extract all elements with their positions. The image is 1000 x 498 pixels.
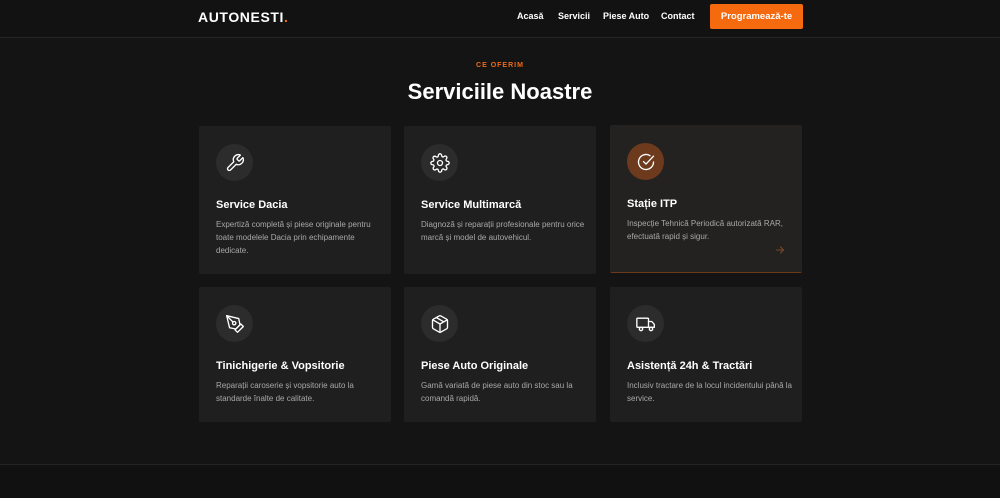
service-card-description: Gamă variată de piese auto din stoc sau … [421,381,573,403]
service-card-title: Service Multimarcă [421,199,522,211]
service-card-title: Piese Auto Originale [421,360,529,372]
nav-link-contact[interactable]: Contact [661,11,695,21]
section-eyebrow: CE OFERIM [476,62,524,69]
service-card-multimarca[interactable]: Service Multimarcă Diagnoză și reparații… [404,126,596,274]
service-card-title: Tinichigerie & Vopsitorie [216,360,345,372]
service-card-itp[interactable]: Stație ITP Inspecție Tehnică Periodică a… [610,125,802,273]
service-card-title: Service Dacia [216,199,288,211]
nav-link-servicii[interactable]: Servicii [558,11,590,21]
service-card-description: Inspecție Tehnică Periodică autorizată R… [627,219,783,241]
nav-link-piese-auto[interactable]: Piese Auto [603,11,649,21]
service-card-tinichigerie[interactable]: Tinichigerie & Vopsitorie Reparații caro… [199,287,391,422]
footer [0,464,1000,498]
service-card-title: Stație ITP [627,198,678,210]
section-title: Serviciile Noastre [407,79,593,104]
service-card-title: Asistență 24h & Tractări [627,360,753,372]
service-card-description: Inclusiv tractare de la locul incidentul… [627,381,792,403]
service-card-dacia[interactable]: Service Dacia Expertiză completă și pies… [199,126,391,274]
box-icon [421,305,458,342]
navbar: AUTONESTI. Acasă Servicii Piese Auto Con… [0,0,1000,38]
truck-icon [627,305,664,342]
nav-link-acasa[interactable]: Acasă [517,11,544,21]
check-circle-icon [627,143,664,180]
arrow-right-icon[interactable] [774,244,786,256]
schedule-button[interactable]: Programează-te [710,4,803,29]
service-card-description: Diagnoză și reparații profesionale pentr… [421,220,585,242]
service-card-description: Reparații caroserie și vopsitorie auto l… [216,381,354,403]
gear-icon [421,144,458,181]
service-card-asistenta[interactable]: Asistență 24h & Tractări Inclusiv tracta… [610,287,802,422]
service-card-description: Expertiză completă și piese originale pe… [216,220,371,255]
service-card-piese-auto[interactable]: Piese Auto Originale Gamă variată de pie… [404,287,596,422]
nav-links: Acasă Servicii Piese Auto Contact [0,11,1000,25]
pen-nib-icon [216,305,253,342]
wrench-icon [216,144,253,181]
